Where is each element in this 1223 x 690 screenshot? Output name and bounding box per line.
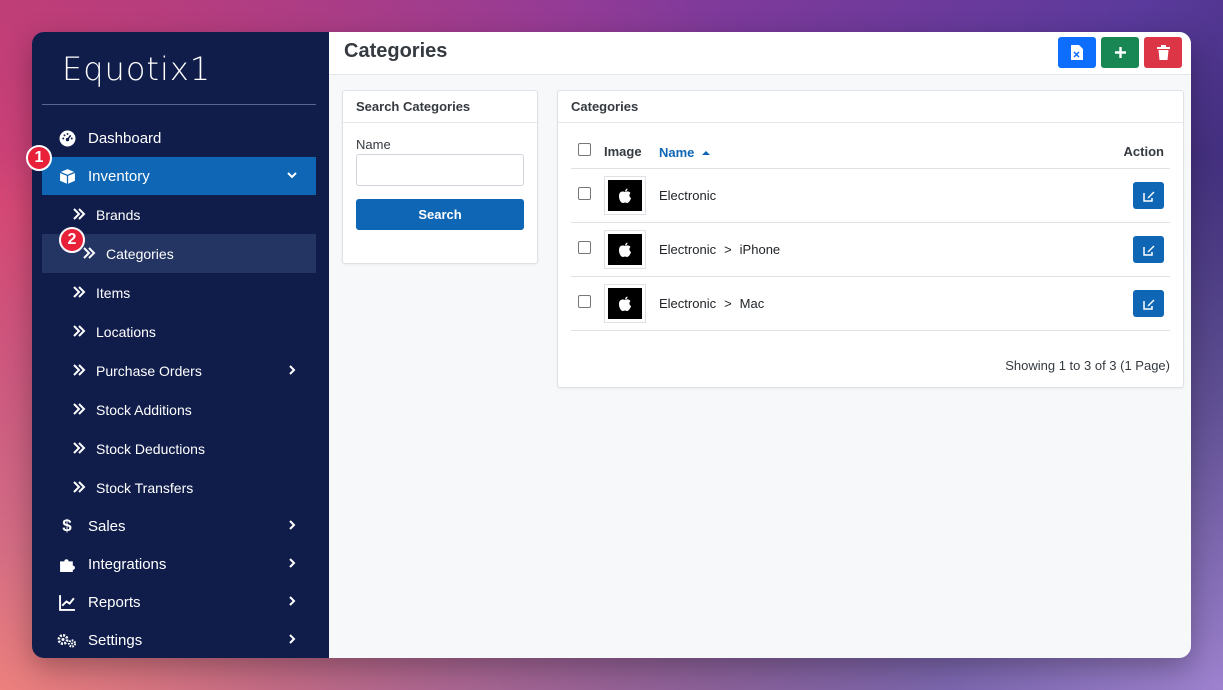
box-icon xyxy=(56,168,78,185)
sidebar-subitem-label: Categories xyxy=(106,245,174,262)
sort-asc-icon xyxy=(702,151,711,155)
sidebar: Equotix1 Dashboard Inventory Brands Cate… xyxy=(32,32,329,658)
category-name-cell: Electronic xyxy=(659,188,717,203)
edit-icon xyxy=(1142,191,1154,202)
sidebar-item-reports[interactable]: Reports xyxy=(42,583,316,621)
sidebar-subitem-label: Stock Transfers xyxy=(96,479,194,496)
apple-logo-icon xyxy=(619,188,631,203)
select-all-checkbox[interactable] xyxy=(578,143,591,156)
edit-button[interactable] xyxy=(1133,236,1164,263)
edit-icon xyxy=(1142,299,1154,310)
sidebar-subitem-label: Items xyxy=(96,284,131,301)
logo: Equotix1 xyxy=(62,50,212,88)
edit-button[interactable] xyxy=(1133,182,1164,209)
double-chevron-right-icon xyxy=(72,441,86,457)
sidebar-item-label: Dashboard xyxy=(88,129,162,147)
chevron-right-icon xyxy=(286,518,298,534)
sidebar-item-label: Settings xyxy=(88,631,143,649)
add-button[interactable] xyxy=(1101,37,1139,68)
search-card-title: Search Categories xyxy=(343,91,537,123)
sidebar-item-sales[interactable]: $ Sales xyxy=(42,507,316,545)
dollar-icon: $ xyxy=(62,516,72,535)
step-badge: 1 xyxy=(26,145,52,171)
category-thumbnail xyxy=(604,176,646,215)
app-window: Equotix1 Dashboard Inventory Brands Cate… xyxy=(32,32,1191,658)
row-divider xyxy=(571,168,1170,169)
sidebar-item-inventory[interactable]: Inventory xyxy=(42,157,316,195)
sidebar-subitem-label: Stock Additions xyxy=(96,401,192,418)
chevron-right-icon xyxy=(286,556,298,572)
category-thumbnail xyxy=(604,230,646,269)
double-chevron-right-icon xyxy=(72,363,86,379)
sidebar-subitem-label: Brands xyxy=(96,206,141,223)
double-chevron-right-icon xyxy=(72,402,86,418)
export-button[interactable] xyxy=(1058,37,1096,68)
chart-line-icon xyxy=(56,594,78,611)
apple-logo-icon xyxy=(619,242,631,257)
search-card: Search Categories Name Search xyxy=(342,90,538,264)
sidebar-subitem-items[interactable]: Items xyxy=(42,273,316,312)
sidebar-subitem-stock-additions[interactable]: Stock Additions xyxy=(42,390,316,429)
double-chevron-right-icon xyxy=(82,246,96,262)
sidebar-item-integrations[interactable]: Integrations xyxy=(42,545,316,583)
column-header-action: Action xyxy=(1123,144,1164,159)
sidebar-subitem-label: Stock Deductions xyxy=(96,440,205,457)
name-label: Name xyxy=(356,137,391,152)
row-checkbox[interactable] xyxy=(578,241,591,254)
categories-card-title: Categories xyxy=(558,91,1183,123)
sidebar-subitem-stock-deductions[interactable]: Stock Deductions xyxy=(42,429,316,468)
category-name-cell: Electronic > Mac xyxy=(659,296,765,311)
sidebar-item-label: Integrations xyxy=(88,555,167,573)
dashboard-icon xyxy=(56,130,78,147)
sidebar-item-label: Inventory xyxy=(88,167,150,185)
row-checkbox[interactable] xyxy=(578,187,591,200)
column-header-image: Image xyxy=(604,144,642,159)
sidebar-item-label: Sales xyxy=(88,517,126,535)
double-chevron-right-icon xyxy=(72,324,86,340)
file-excel-icon xyxy=(1071,45,1083,60)
pagination-summary: Showing 1 to 3 of 3 (1 Page) xyxy=(1005,358,1170,373)
sidebar-subitem-label: Purchase Orders xyxy=(96,362,202,379)
chevron-right-icon xyxy=(286,632,298,648)
trash-icon xyxy=(1156,45,1170,60)
edit-icon xyxy=(1142,245,1154,256)
name-search-input[interactable] xyxy=(356,154,524,186)
gears-icon xyxy=(56,632,78,649)
top-bar: Categories xyxy=(329,32,1191,75)
double-chevron-right-icon xyxy=(72,285,86,301)
row-divider xyxy=(571,222,1170,223)
sidebar-item-label: Reports xyxy=(88,593,141,611)
sidebar-item-dashboard[interactable]: Dashboard xyxy=(42,119,316,157)
sidebar-subitem-locations[interactable]: Locations xyxy=(42,312,316,351)
categories-card: Categories Image Name Action Electronic xyxy=(557,90,1184,388)
main-content: Categories Search Categories Name Search… xyxy=(329,32,1191,658)
puzzle-icon xyxy=(56,556,78,573)
logo-divider xyxy=(42,104,316,105)
search-button[interactable]: Search xyxy=(356,199,524,230)
row-checkbox[interactable] xyxy=(578,295,591,308)
step-badge: 2 xyxy=(59,227,85,253)
sidebar-subitem-stock-transfers[interactable]: Stock Transfers xyxy=(42,468,316,507)
chevron-right-icon xyxy=(286,594,298,610)
double-chevron-right-icon xyxy=(72,480,86,496)
delete-button[interactable] xyxy=(1144,37,1182,68)
row-divider xyxy=(571,276,1170,277)
category-thumbnail xyxy=(604,284,646,323)
sidebar-item-settings[interactable]: Settings xyxy=(42,621,316,658)
chevron-down-icon xyxy=(286,168,298,184)
column-header-name[interactable]: Name xyxy=(659,145,711,160)
chevron-right-icon xyxy=(286,363,298,379)
edit-button[interactable] xyxy=(1133,290,1164,317)
double-chevron-right-icon xyxy=(72,207,86,223)
sidebar-subitem-brands[interactable]: Brands xyxy=(42,195,316,234)
plus-icon xyxy=(1114,47,1126,58)
sidebar-subitem-label: Locations xyxy=(96,323,156,340)
category-name-cell: Electronic > iPhone xyxy=(659,242,781,257)
sidebar-subitem-purchase-orders[interactable]: Purchase Orders xyxy=(42,351,316,390)
apple-logo-icon xyxy=(619,296,631,311)
row-divider xyxy=(571,330,1170,331)
page-title: Categories xyxy=(344,40,448,62)
